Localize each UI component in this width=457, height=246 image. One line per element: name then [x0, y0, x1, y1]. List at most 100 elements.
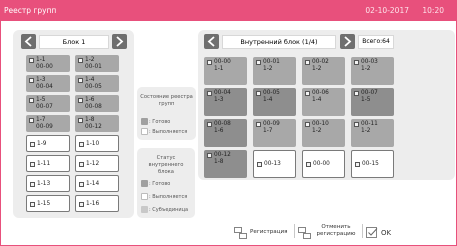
group-tile[interactable]: 1-3 00-04 [26, 75, 70, 92]
group-tile[interactable]: 00-00 1-1 [204, 57, 247, 85]
group-tile[interactable]: 1-13 [26, 175, 70, 192]
group-tile[interactable]: 00-13 [253, 150, 296, 178]
group-tile[interactable]: 00-07 1-5 [351, 88, 394, 116]
tile-label: 00-06 [312, 90, 329, 96]
tile-label: 1-16 [86, 200, 100, 207]
next-indoor-button[interactable] [340, 34, 355, 49]
tile-label: 1-12 [86, 160, 100, 167]
tile-label: 1-1 [36, 57, 46, 63]
tile-label: 00-04 [214, 90, 231, 96]
tile-label: 00-01 [85, 64, 102, 70]
group-tile[interactable]: 00-05 1-4 [253, 88, 296, 116]
unit-icon [354, 91, 359, 96]
legend-title: Состояние реестра групп [140, 94, 193, 107]
unit-icon [256, 91, 261, 96]
group-tile[interactable]: 1-7 00-09 [26, 115, 70, 132]
tile-label: 00-02 [312, 59, 329, 65]
tile-label: 00-05 [85, 84, 102, 90]
group-tile[interactable]: 1-16 [75, 195, 119, 212]
legend-subunit-label: : Субъединица [149, 207, 189, 213]
unit-icon [305, 60, 310, 65]
unit-icon [29, 58, 34, 63]
ok-check-icon[interactable] [366, 224, 378, 238]
group-tile[interactable]: 00-08 1-6 [204, 119, 247, 147]
status-time: 10:20 [422, 6, 444, 15]
group-tile[interactable]: 00-10 1-2 [302, 119, 345, 147]
legend-title: Статус внутреннего блока [148, 155, 184, 175]
tile-label: 00-15 [362, 161, 379, 167]
block-pager-label: Блок 1 [39, 35, 109, 49]
unit-icon [256, 60, 261, 65]
tile-label: 00-09 [263, 121, 280, 127]
tile-label: 1-15 [37, 200, 51, 207]
tile-label: 1-2 [263, 66, 273, 72]
window-title: Реестр групп [4, 6, 57, 15]
unit-icon [306, 162, 311, 167]
group-tile[interactable]: 1-6 00-08 [75, 95, 119, 112]
tile-label: 1-1 [214, 66, 224, 72]
legend-running-label: : Выполняется [149, 194, 188, 200]
group-tile[interactable]: 1-15 [26, 195, 70, 212]
unit-icon [78, 98, 83, 103]
tile-label: 00-05 [263, 90, 280, 96]
group-tile[interactable]: 00-11 1-2 [351, 119, 394, 147]
group-tile[interactable]: 00-06 1-4 [302, 88, 345, 116]
group-tile[interactable]: 00-04 1-3 [204, 88, 247, 116]
tile-label: 1-13 [37, 180, 51, 187]
group-tile[interactable]: 00-09 1-7 [253, 119, 296, 147]
tile-label: 1-4 [85, 77, 95, 83]
unit-icon [257, 162, 262, 167]
indoor-pager-label: Внутренний блок (1/4) [222, 35, 336, 49]
unregister-button[interactable]: Отменить регистрацию [313, 224, 359, 238]
group-tile[interactable]: 1-11 [26, 155, 70, 172]
group-tile[interactable]: 00-02 1-2 [302, 57, 345, 85]
tile-label: 00-10 [312, 121, 329, 127]
title-bar: Реестр групп 02-10-2017 10:20 [0, 0, 457, 21]
prev-block-button[interactable] [21, 34, 36, 49]
ok-button[interactable]: OK [381, 229, 391, 237]
group-tile[interactable]: 00-00 [302, 150, 345, 178]
unit-icon [207, 60, 212, 65]
unit-icon [29, 78, 34, 83]
unit-icon [355, 162, 360, 167]
group-tile[interactable]: 1-1 00-00 [26, 55, 70, 72]
tile-label: 1-4 [312, 97, 322, 103]
registry-status-legend: Состояние реестра групп : Готово : Выпол… [137, 87, 196, 140]
running-swatch [141, 128, 148, 135]
tile-label: 00-00 [36, 64, 53, 70]
legend-ready-label: : Готово [149, 119, 171, 125]
group-tile[interactable]: 1-14 [75, 175, 119, 192]
tile-label: 00-08 [85, 104, 102, 110]
tile-label: 1-14 [86, 180, 100, 187]
group-tile[interactable]: 1-4 00-05 [75, 75, 119, 92]
group-tile[interactable]: 1-10 [75, 135, 119, 152]
group-tile[interactable]: 00-03 1-2 [351, 57, 394, 85]
next-block-button[interactable] [112, 34, 127, 49]
unit-icon [78, 58, 83, 63]
unregister-icon[interactable] [298, 224, 311, 239]
register-icon[interactable] [234, 224, 247, 239]
prev-indoor-button[interactable] [204, 34, 219, 49]
register-button[interactable]: Регистрация [250, 229, 288, 235]
group-tile[interactable]: 1-5 00-07 [26, 95, 70, 112]
group-tile[interactable]: 00-15 [351, 150, 394, 178]
indoor-unit-area: Внутренний блок (1/4) Всего:64 00-00 1-1 0… [198, 30, 394, 180]
chevron-left-icon [207, 36, 215, 47]
tile-label: 1-6 [85, 97, 95, 103]
unregister-label-line1: Отменить [321, 224, 351, 230]
tile-label: 1-2 [85, 57, 95, 63]
unit-icon [207, 91, 212, 96]
group-tile[interactable]: 1-2 00-01 [75, 55, 119, 72]
tile-label: 1-4 [263, 97, 273, 103]
group-tile[interactable]: 00-01 1-2 [253, 57, 296, 85]
ready-swatch [141, 118, 148, 125]
unit-icon [207, 122, 212, 127]
tile-label: 00-00 [214, 59, 231, 65]
group-tile[interactable]: 1-9 [26, 135, 70, 152]
unit-icon [30, 201, 35, 207]
group-tile[interactable]: 1-8 00-12 [75, 115, 119, 132]
tile-label: 1-9 [37, 140, 47, 147]
group-tile[interactable]: 1-12 [75, 155, 119, 172]
group-tile[interactable]: 00-12 1-8 [204, 150, 247, 178]
tile-label: 00-07 [361, 90, 378, 96]
